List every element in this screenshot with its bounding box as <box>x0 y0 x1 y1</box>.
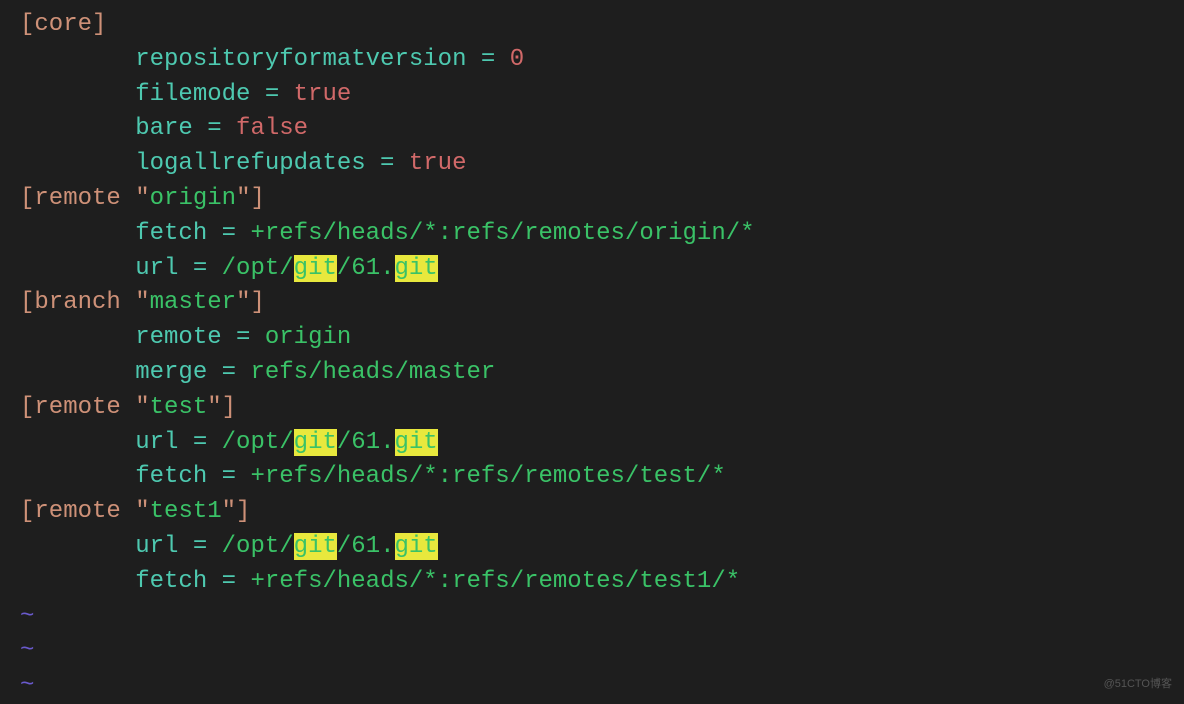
watermark-text: @51CTO博客 <box>1104 677 1172 693</box>
equals: = <box>193 115 236 142</box>
tilde-icon: ~ <box>20 637 34 664</box>
quote: " <box>121 289 150 316</box>
equals: = <box>366 150 409 177</box>
equals: = <box>222 324 265 351</box>
branch-name: master <box>150 289 236 316</box>
section-name: remote <box>34 185 120 212</box>
code-line-kv: fetch = +refs/heads/*:refs/remotes/origi… <box>20 217 1164 252</box>
quote: " <box>121 394 150 421</box>
config-key: logallrefupdates <box>135 150 365 177</box>
config-key: remote <box>135 324 221 351</box>
search-highlight: git <box>395 533 438 560</box>
equals: = <box>178 255 221 282</box>
config-value: origin <box>265 324 351 351</box>
code-line-kv: filemode = true <box>20 78 1164 113</box>
vim-tilde-line: ~ <box>20 600 1164 635</box>
config-key: bare <box>135 115 193 142</box>
path-part: /opt/ <box>222 429 294 456</box>
search-highlight: git <box>294 429 337 456</box>
section-name: remote <box>34 394 120 421</box>
quote: " <box>121 498 150 525</box>
code-line-section-remote-test: [remote "test"] <box>20 391 1164 426</box>
search-highlight: git <box>395 255 438 282</box>
path-part: /opt/ <box>222 533 294 560</box>
quote-close: "] <box>236 185 265 212</box>
code-line-url: url = /opt/git/61.git <box>20 530 1164 565</box>
equals: = <box>207 220 250 247</box>
quote: " <box>121 185 150 212</box>
code-line-kv: bare = false <box>20 112 1164 147</box>
code-line-url: url = /opt/git/61.git <box>20 426 1164 461</box>
bracket-close: ] <box>92 11 106 38</box>
tilde-icon: ~ <box>20 672 34 699</box>
config-value: +refs/heads/*:refs/remotes/test/* <box>250 463 725 490</box>
config-key: merge <box>135 359 207 386</box>
config-value: false <box>236 115 308 142</box>
config-key: fetch <box>135 220 207 247</box>
config-value: true <box>294 81 352 108</box>
vim-tilde-line: ~ <box>20 669 1164 704</box>
path-part: /61. <box>337 429 395 456</box>
bracket-open: [ <box>20 498 34 525</box>
tilde-icon: ~ <box>20 603 34 630</box>
bracket-open: [ <box>20 394 34 421</box>
config-value: refs/heads/master <box>250 359 495 386</box>
config-key: repositoryformatversion <box>135 46 466 73</box>
code-line-section-branch-master: [branch "master"] <box>20 286 1164 321</box>
code-line-kv: fetch = +refs/heads/*:refs/remotes/test1… <box>20 565 1164 600</box>
config-key: url <box>135 429 178 456</box>
config-key: url <box>135 533 178 560</box>
path-part: /opt/ <box>222 255 294 282</box>
remote-name: test <box>150 394 208 421</box>
equals: = <box>207 568 250 595</box>
code-line-kv: remote = origin <box>20 321 1164 356</box>
code-line-kv: merge = refs/heads/master <box>20 356 1164 391</box>
equals: = <box>178 429 221 456</box>
section-name: remote <box>34 498 120 525</box>
search-highlight: git <box>294 533 337 560</box>
config-key: filemode <box>135 81 250 108</box>
config-value: true <box>409 150 467 177</box>
equals: = <box>178 533 221 560</box>
quote-close: "] <box>207 394 236 421</box>
code-line-kv: fetch = +refs/heads/*:refs/remotes/test/… <box>20 460 1164 495</box>
bracket-open: [ <box>20 11 34 38</box>
section-name: branch <box>34 289 120 316</box>
path-part: /61. <box>337 255 395 282</box>
equals: = <box>250 81 293 108</box>
code-line-url: url = /opt/git/61.git <box>20 252 1164 287</box>
equals: = <box>466 46 509 73</box>
equals: = <box>207 463 250 490</box>
bracket-open: [ <box>20 185 34 212</box>
quote-close: "] <box>236 289 265 316</box>
remote-name: origin <box>150 185 236 212</box>
path-part: /61. <box>337 533 395 560</box>
remote-name: test1 <box>150 498 222 525</box>
search-highlight: git <box>395 429 438 456</box>
quote-close: "] <box>222 498 251 525</box>
code-line-kv: logallrefupdates = true <box>20 147 1164 182</box>
search-highlight: git <box>294 255 337 282</box>
bracket-open: [ <box>20 289 34 316</box>
section-name: core <box>34 11 92 38</box>
vim-tilde-line: ~ <box>20 634 1164 669</box>
config-key: fetch <box>135 463 207 490</box>
config-value: 0 <box>510 46 524 73</box>
code-line-section-remote-test1: [remote "test1"] <box>20 495 1164 530</box>
code-line-section-remote-origin: [remote "origin"] <box>20 182 1164 217</box>
code-line-kv: repositoryformatversion = 0 <box>20 43 1164 78</box>
config-key: fetch <box>135 568 207 595</box>
config-value: +refs/heads/*:refs/remotes/test1/* <box>250 568 740 595</box>
config-key: url <box>135 255 178 282</box>
code-line-section-core: [core] <box>20 8 1164 43</box>
equals: = <box>207 359 250 386</box>
config-value: +refs/heads/*:refs/remotes/origin/* <box>250 220 754 247</box>
